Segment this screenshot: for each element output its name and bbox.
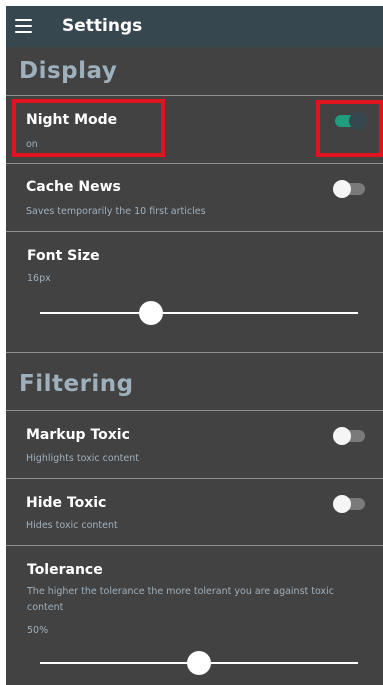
section-title-display: Display — [19, 58, 118, 84]
markup-toxic-toggle[interactable] — [333, 426, 367, 446]
slider-track — [40, 312, 358, 314]
hamburger-menu-icon[interactable] — [15, 19, 32, 33]
tolerance-description: The higher the tolerance the more tolera… — [27, 586, 335, 613]
slider-thumb[interactable] — [139, 301, 164, 325]
cache-news-label: Cache News — [26, 179, 121, 195]
divider — [6, 410, 383, 411]
cache-news-subtitle: Saves temporarily the 10 first articles — [26, 206, 206, 217]
font-size-slider[interactable] — [40, 300, 358, 326]
markup-toxic-label: Markup Toxic — [26, 427, 130, 443]
divider — [6, 352, 383, 353]
divider — [6, 231, 383, 232]
divider — [6, 95, 383, 96]
divider — [6, 478, 383, 479]
divider — [6, 545, 383, 546]
font-size-label: Font Size — [27, 248, 100, 264]
font-size-value: 16px — [27, 273, 51, 284]
highlight-box-night-mode-toggle — [316, 100, 383, 157]
hide-toxic-subtitle: Hides toxic content — [26, 520, 118, 531]
markup-toxic-subtitle: Highlights toxic content — [26, 453, 139, 464]
tolerance-slider[interactable] — [40, 650, 358, 676]
tolerance-label: Tolerance — [27, 562, 103, 578]
hide-toxic-toggle[interactable] — [333, 494, 367, 514]
section-title-filtering: Filtering — [19, 371, 134, 397]
cache-news-toggle[interactable] — [333, 179, 367, 199]
divider — [6, 163, 383, 164]
tolerance-value: 50% — [27, 625, 49, 636]
hide-toxic-label: Hide Toxic — [26, 495, 107, 511]
highlight-box-night-mode-label — [12, 99, 165, 157]
settings-screen: Settings Display Night Mode on Cache New… — [6, 6, 383, 685]
app-bar: Settings — [6, 6, 383, 47]
page-title: Settings — [62, 16, 143, 36]
slider-thumb[interactable] — [187, 651, 211, 675]
